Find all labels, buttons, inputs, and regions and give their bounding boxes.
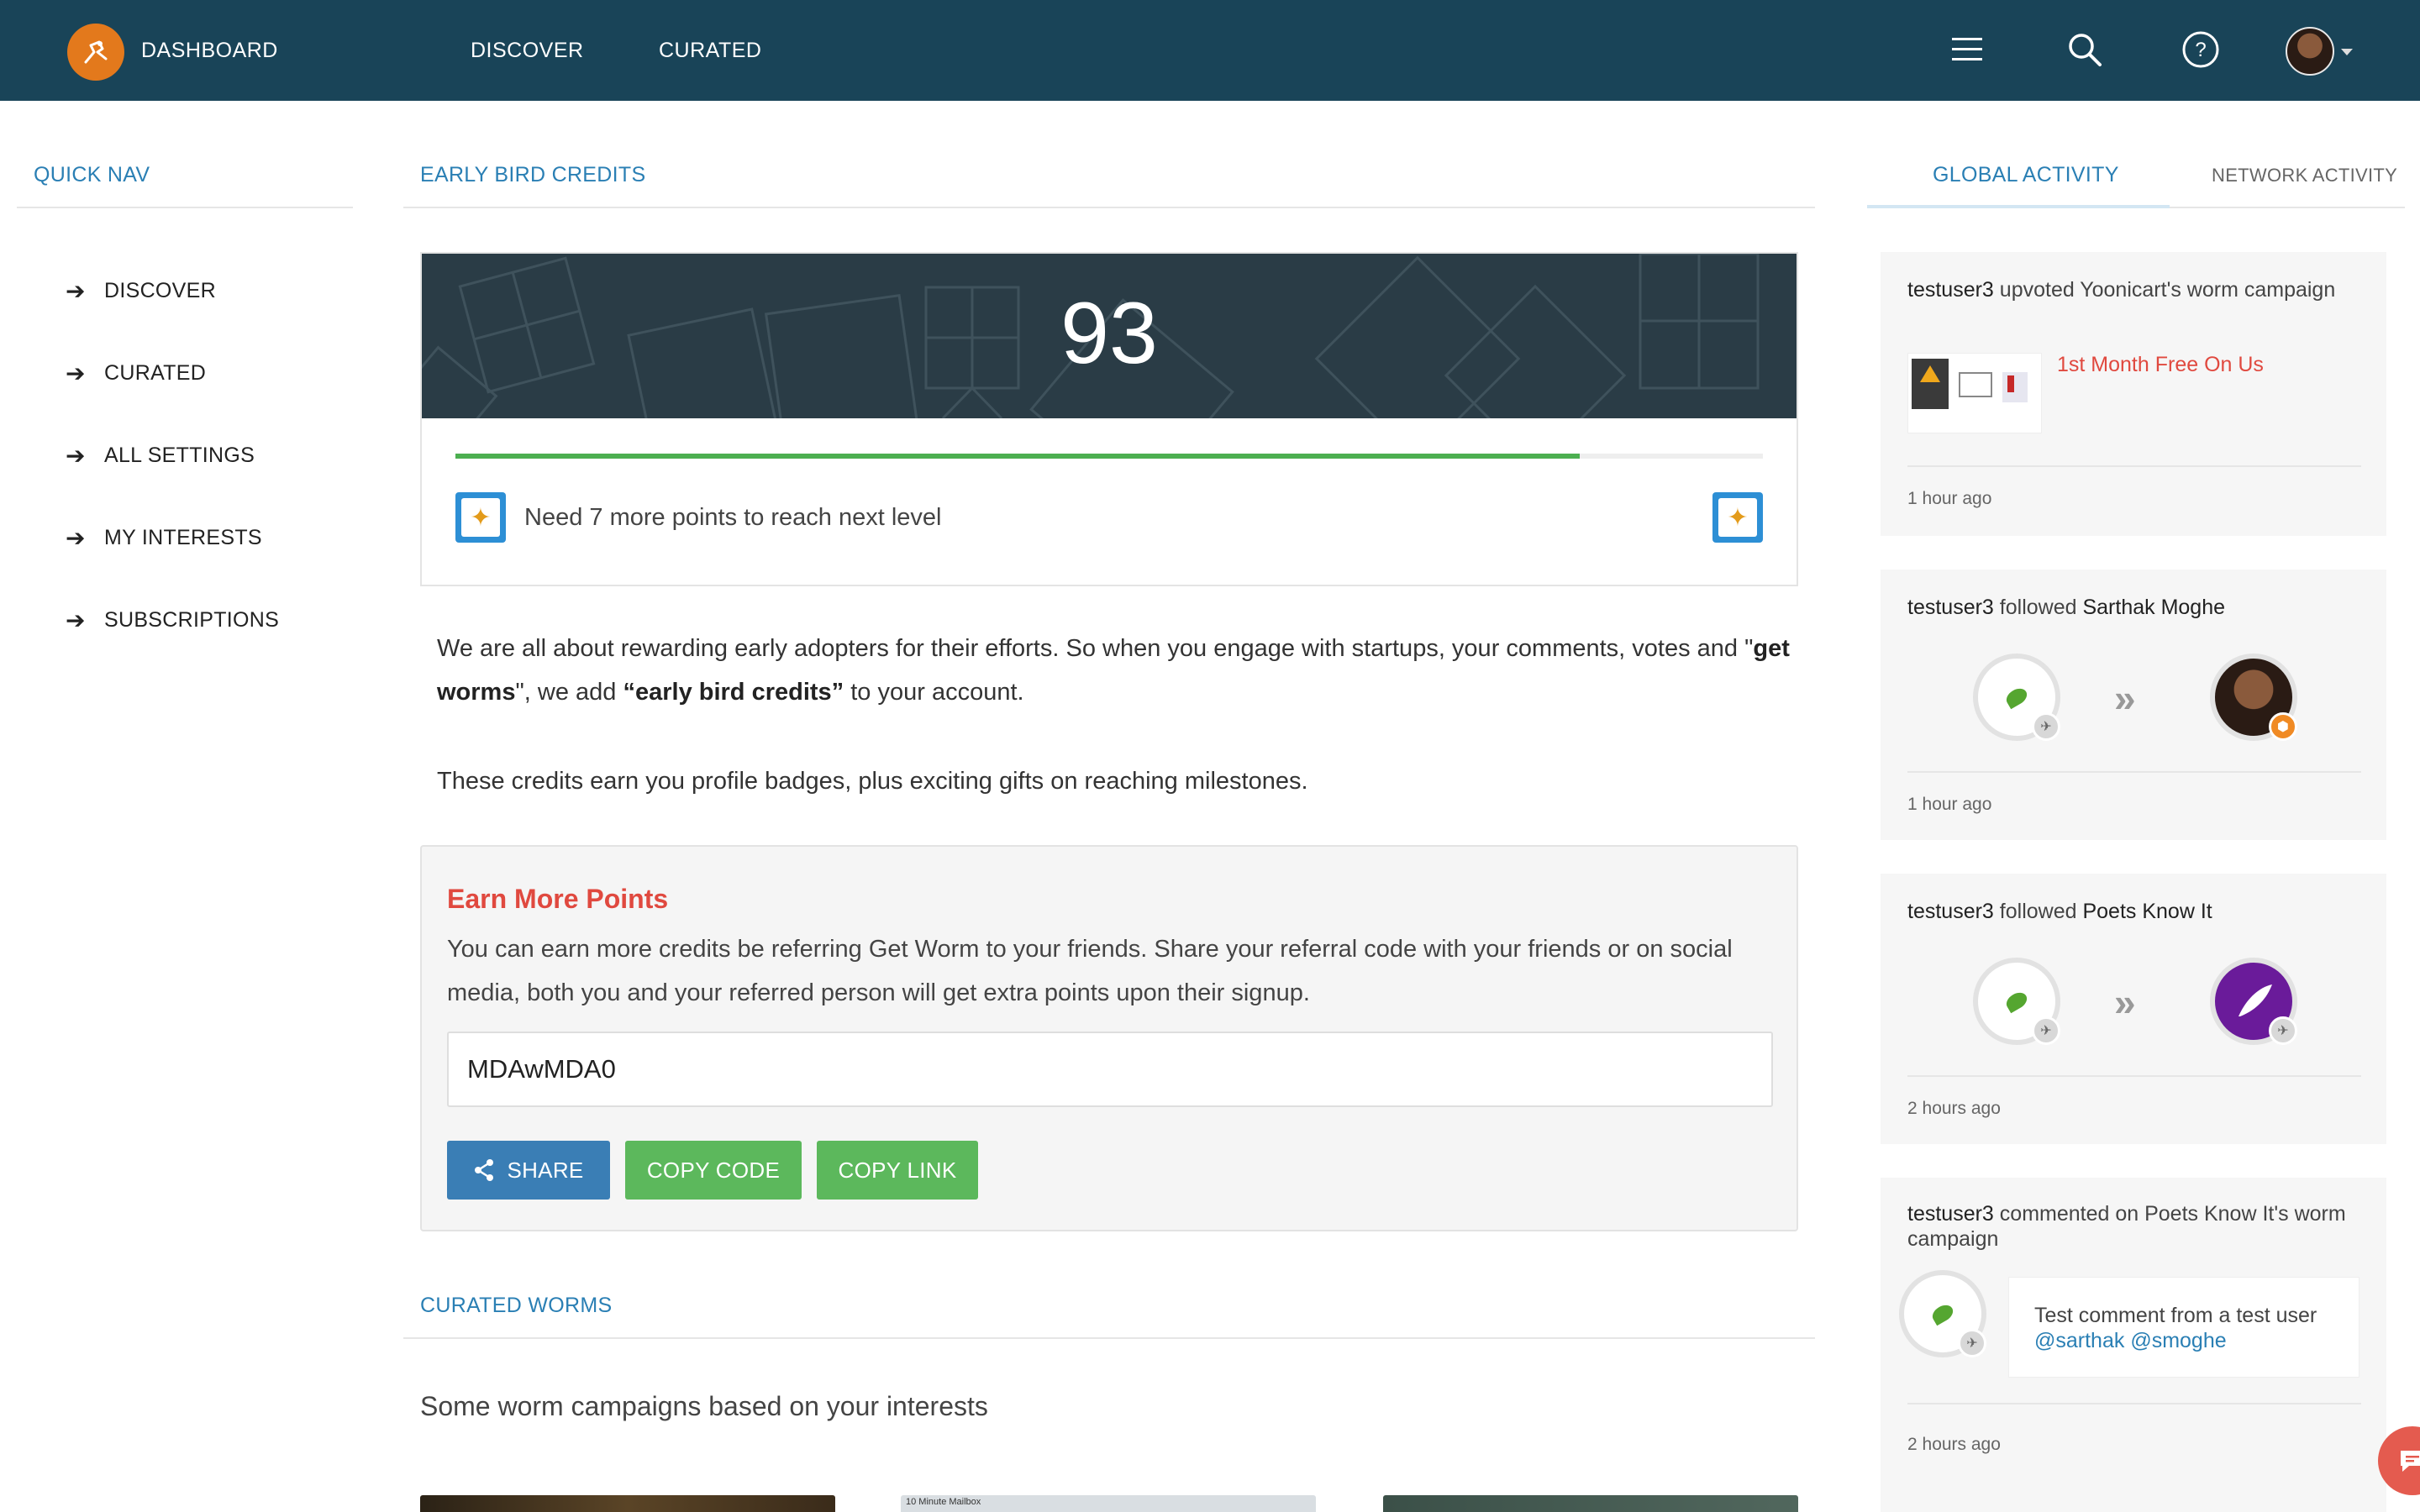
earn-more-points-card: Earn More Points You can earn more credi… <box>420 845 1798 1231</box>
curated-worms-subtitle: Some worm campaigns based on your intere… <box>420 1391 988 1421</box>
activity-time: 1 hour ago <box>1907 489 1992 508</box>
early-bird-credits-title: EARLY BIRD CREDITS <box>420 163 646 186</box>
worm-leaf-icon <box>2003 989 2030 1014</box>
chevron-down-icon[interactable] <box>2341 49 2353 55</box>
followed-user-link[interactable]: Poets Know It <box>2082 900 2212 923</box>
quick-nav-subscriptions[interactable]: ➔ SUBSCRIPTIONS <box>66 606 279 634</box>
activity-item: testuser3 commented on Poets Know It's w… <box>1881 1178 2386 1512</box>
arrow-right-icon: ➔ <box>66 360 86 386</box>
level-progress-text: Need 7 more points to reach next level <box>524 504 942 531</box>
share-icon <box>475 1159 494 1181</box>
activity-separator <box>1907 771 2361 773</box>
help-icon[interactable]: ? <box>2180 29 2222 71</box>
credits-intro-text-2: These credits earn you profile badges, p… <box>437 768 1308 795</box>
user-badge-icon: ✈ <box>1958 1329 1986 1357</box>
activity-time: 1 hour ago <box>1907 795 1992 814</box>
user-badge-icon: ✈ <box>2269 1016 2297 1045</box>
nav-discover[interactable]: DISCOVER <box>471 39 584 63</box>
activity-item: testuser3 followed Sarthak Moghe ✈ » ⬢ 1… <box>1881 570 2386 840</box>
arrow-right-icon: ➔ <box>66 525 86 551</box>
referral-code-input[interactable] <box>447 1032 1773 1107</box>
worm-leaf-icon <box>2003 685 2030 710</box>
svg-text:?: ? <box>2195 39 2206 61</box>
copy-code-button[interactable]: COPY CODE <box>625 1141 802 1200</box>
active-tab-indicator <box>1867 205 2170 208</box>
campaign-thumbnail[interactable]: 10 Minute Mailbox <box>901 1495 1316 1512</box>
next-level-badge-icon: ✦ <box>1712 492 1763 543</box>
hamburger-menu-icon[interactable] <box>1946 29 1988 71</box>
copy-link-button[interactable]: COPY LINK <box>817 1141 978 1200</box>
campaign-preview-image[interactable] <box>1907 353 2042 433</box>
earn-more-points-description: You can earn more credits be referring G… <box>447 936 1733 1006</box>
arrow-right-icon: ➔ <box>66 443 86 469</box>
credits-score: 93 <box>1060 285 1158 382</box>
credits-banner: 93 <box>422 254 1797 418</box>
double-chevron-right-icon: » <box>2114 980 2135 1024</box>
mention-link[interactable]: @smoghe <box>2130 1329 2226 1352</box>
activity-separator <box>1907 465 2361 467</box>
curated-worms-title: CURATED WORMS <box>420 1294 613 1317</box>
curated-worms-divider <box>403 1337 1815 1339</box>
current-level-badge-icon: ✦ <box>455 492 506 543</box>
activity-item: testuser3 followed Poets Know It ✈ » ✈ 2… <box>1881 874 2386 1144</box>
quick-nav-divider <box>17 207 353 208</box>
activity-time: 2 hours ago <box>1907 1435 2001 1454</box>
nav-curated[interactable]: CURATED <box>659 39 761 63</box>
arrow-right-icon: ➔ <box>66 607 86 633</box>
share-button[interactable]: SHARE <box>447 1141 610 1200</box>
activity-item: testuser3 upvoted Yoonicart's worm campa… <box>1881 252 2386 536</box>
activity-headline: testuser3 followed Sarthak Moghe <box>1907 596 2226 619</box>
activity-time: 2 hours ago <box>1907 1099 2001 1118</box>
nav-dashboard[interactable]: DASHBOARD <box>141 39 278 63</box>
chat-icon <box>2401 1451 2420 1472</box>
comment-text: Test comment from a test user @sarthak @… <box>2034 1304 2317 1352</box>
quick-nav-discover[interactable]: ➔ DISCOVER <box>66 277 216 305</box>
campaign-thumbnail[interactable] <box>1383 1495 1798 1512</box>
activity-separator <box>1907 1075 2361 1077</box>
quick-nav-curated[interactable]: ➔ CURATED <box>66 360 206 387</box>
credits-divider <box>403 207 1815 208</box>
credits-card: 93 ✦ Need 7 more points to reach next le… <box>420 252 1798 586</box>
campaign-thumbnail[interactable] <box>420 1495 835 1512</box>
search-icon[interactable] <box>2064 29 2106 71</box>
logo-icon[interactable] <box>67 24 124 81</box>
campaign-link[interactable]: 1st Month Free On Us <box>2057 353 2264 377</box>
tab-global-activity[interactable]: GLOBAL ACTIVITY <box>1933 163 2119 187</box>
user-badge-icon: ✈ <box>2032 1016 2060 1045</box>
mention-link[interactable]: @sarthak <box>2034 1329 2124 1352</box>
quick-nav-all-settings[interactable]: ➔ ALL SETTINGS <box>66 442 255 470</box>
user-badge-icon: ✈ <box>2032 712 2060 741</box>
level-progress-fill <box>455 454 1581 459</box>
comment-bubble: Test comment from a test user @sarthak @… <box>2008 1277 2360 1378</box>
activity-headline: testuser3 upvoted Yoonicart's worm campa… <box>1907 278 2336 302</box>
activity-separator <box>1907 1403 2361 1404</box>
worm-leaf-icon <box>1929 1301 1956 1326</box>
user-avatar[interactable] <box>2286 27 2334 76</box>
tab-network-activity[interactable]: NETWORK ACTIVITY <box>2212 165 2397 186</box>
quill-icon <box>2238 984 2272 1016</box>
activity-headline: testuser3 commented on Poets Know It's w… <box>1907 1202 2346 1251</box>
user-badge-icon: ⬢ <box>2269 712 2297 741</box>
campaign-thumbnail-caption: 10 Minute Mailbox <box>906 1497 981 1507</box>
double-chevron-right-icon: » <box>2114 676 2135 720</box>
earn-more-points-title: Earn More Points <box>447 884 669 914</box>
top-navbar: DASHBOARD DISCOVER CURATED ? <box>0 0 2420 101</box>
credits-intro-text: We are all about rewarding early adopter… <box>437 635 1790 706</box>
activity-headline: testuser3 followed Poets Know It <box>1907 900 2212 923</box>
quick-nav-title: QUICK NAV <box>34 163 150 186</box>
quick-nav-my-interests[interactable]: ➔ MY INTERESTS <box>66 524 262 552</box>
level-progress-bar <box>455 454 1763 459</box>
arrow-right-icon: ➔ <box>66 278 86 304</box>
followed-user-link[interactable]: Sarthak Moghe <box>2082 596 2225 619</box>
